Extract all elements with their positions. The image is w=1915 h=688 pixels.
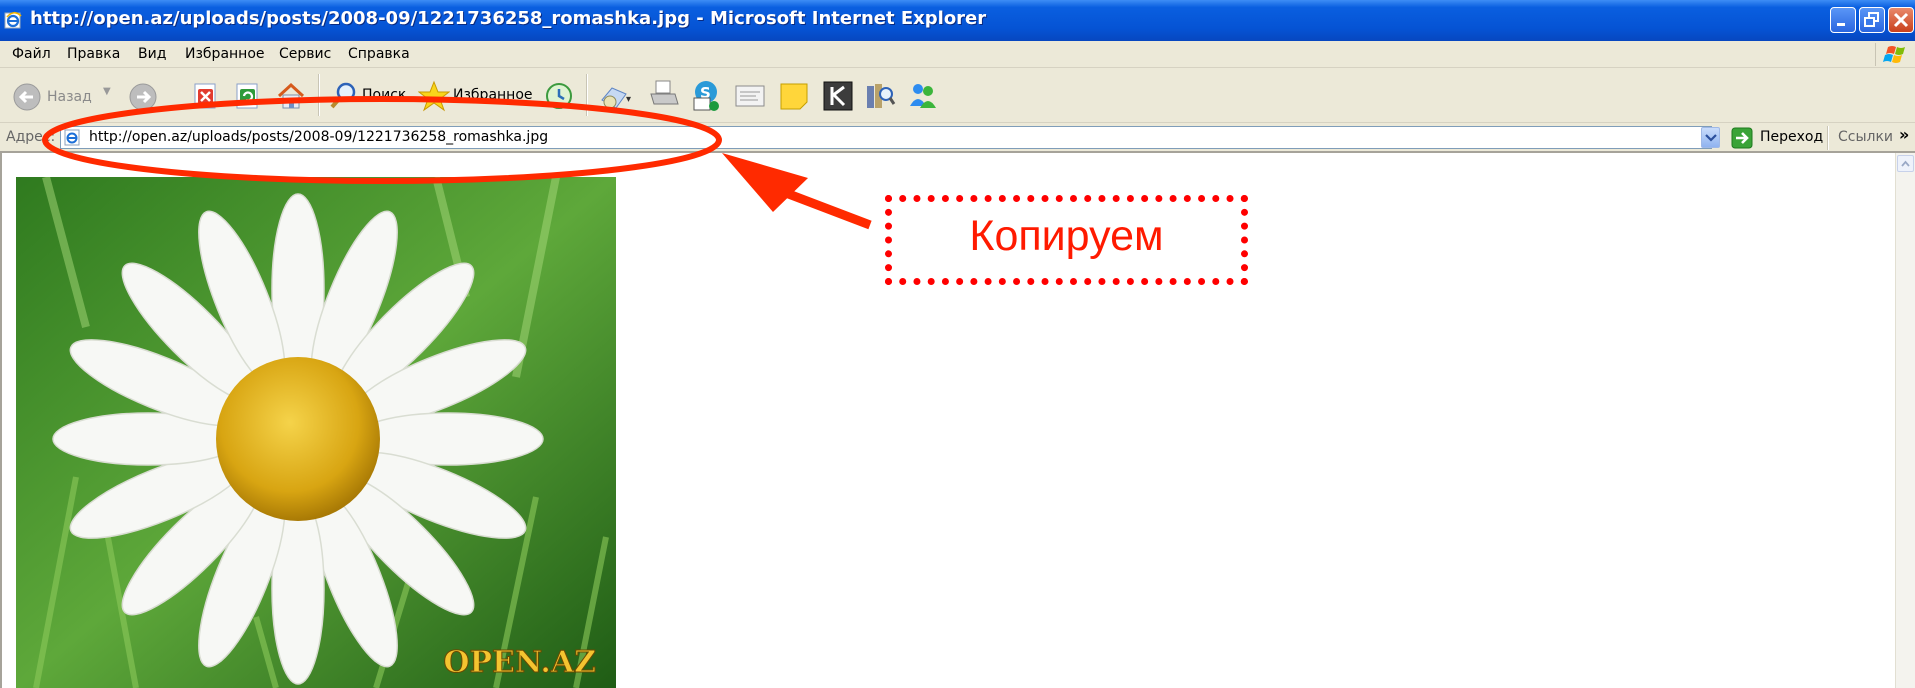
forward-button[interactable] <box>128 82 160 112</box>
messenger-button[interactable] <box>906 80 940 112</box>
annotation-caption: Копируем <box>969 212 1164 260</box>
favorites-star-icon <box>418 80 450 112</box>
favorites-button[interactable]: Избранное <box>418 80 533 112</box>
ie-page-icon <box>64 129 80 146</box>
address-input[interactable]: http://open.az/uploads/posts/2008-09/122… <box>60 126 1712 149</box>
research-button[interactable] <box>864 80 896 112</box>
refresh-button[interactable] <box>235 82 261 110</box>
scroll-up-button[interactable] <box>1897 155 1914 172</box>
menu-view[interactable]: Вид <box>138 46 166 62</box>
stop-button[interactable] <box>193 82 219 110</box>
search-button[interactable]: Поиск <box>328 80 408 112</box>
links-toolbar-label[interactable]: Ссылки <box>1838 129 1893 145</box>
restore-icon <box>1864 12 1879 27</box>
note-button[interactable] <box>778 80 810 112</box>
menu-file[interactable]: Файл <box>12 46 51 62</box>
svg-text:▾: ▾ <box>626 94 631 105</box>
menu-help[interactable]: Справка <box>348 46 410 62</box>
search-icon <box>330 82 356 109</box>
k-toolbar-button[interactable] <box>822 80 854 112</box>
chevron-up-icon <box>1901 160 1910 167</box>
back-arrow-icon <box>13 83 41 111</box>
vertical-scrollbar[interactable] <box>1895 153 1915 688</box>
mail-button[interactable]: ▾ <box>598 80 636 112</box>
back-label: Назад <box>47 89 92 105</box>
skype-button[interactable]: S <box>690 78 724 114</box>
window-title: http://open.az/uploads/posts/2008-09/122… <box>30 8 987 29</box>
ie-icon <box>4 11 22 29</box>
annotation-caption-box: Копируем <box>885 195 1248 285</box>
title-bar: http://open.az/uploads/posts/2008-09/122… <box>0 0 1915 41</box>
history-button[interactable] <box>543 80 575 112</box>
back-button[interactable]: Назад <box>12 82 106 111</box>
maximize-button[interactable] <box>1859 7 1885 33</box>
chamomile-photo: OPEN.AZ <box>16 177 616 688</box>
print-button[interactable] <box>648 78 680 112</box>
address-dropdown-button[interactable] <box>1701 127 1720 148</box>
close-button[interactable] <box>1888 7 1914 33</box>
windows-logo-icon <box>1875 43 1905 66</box>
standard-toolbar: Назад ▼ Поиск Избранное ▾ S <box>0 68 1915 123</box>
menu-favorites[interactable]: Избранное <box>185 46 265 62</box>
menu-bar: Файл Правка Вид Избранное Сервис Справка <box>0 41 1915 68</box>
favorites-label: Избранное <box>453 87 533 103</box>
go-button[interactable]: Переход <box>1760 129 1823 145</box>
chevron-more-icon[interactable]: » <box>1899 125 1909 144</box>
minimize-icon <box>1837 23 1845 26</box>
close-icon <box>1893 12 1909 28</box>
image-watermark: OPEN.AZ <box>443 645 596 680</box>
address-value: http://open.az/uploads/posts/2008-09/122… <box>89 129 549 145</box>
address-bar: Адрес: http://open.az/uploads/posts/2008… <box>0 123 1915 153</box>
address-label: Адрес: <box>6 129 56 145</box>
search-label: Поиск <box>362 87 407 103</box>
chevron-down-icon <box>1705 134 1717 142</box>
menu-tools[interactable]: Сервис <box>279 46 331 62</box>
back-dropdown-icon[interactable]: ▼ <box>103 86 111 97</box>
menu-edit[interactable]: Правка <box>67 46 120 62</box>
minimize-button[interactable] <box>1830 7 1856 33</box>
home-button[interactable] <box>275 80 307 112</box>
go-arrow-icon[interactable] <box>1731 127 1753 149</box>
edit-button[interactable] <box>734 82 766 110</box>
